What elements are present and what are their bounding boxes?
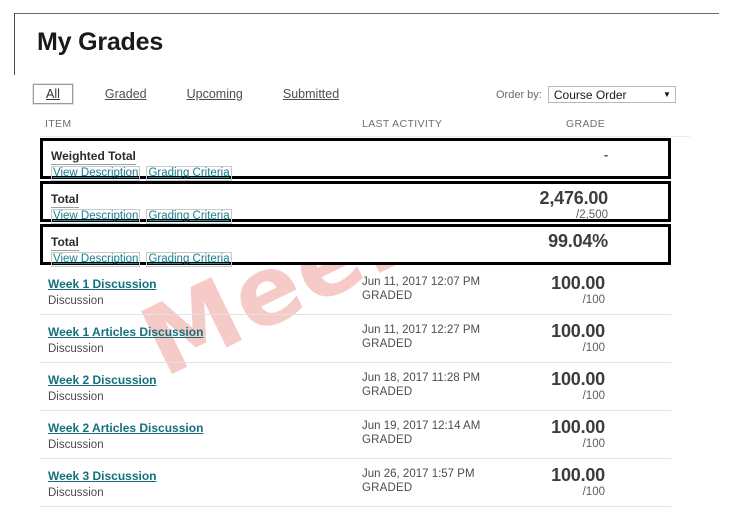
row-last-activity: Jun 19, 2017 12:14 AM	[362, 420, 481, 432]
row-grade-cell: 100.00 /100	[470, 369, 605, 403]
row-last-activity: Jun 18, 2017 11:28 PM	[362, 372, 481, 384]
row-grade-cell: 99.04%	[473, 231, 608, 251]
row-item-cell: Week 3 Discussion Discussion	[48, 467, 157, 500]
chevron-down-icon: ▼	[662, 89, 671, 99]
row-grade-cell: 100.00 /100	[470, 417, 605, 451]
grades-page: My Grades All Graded Upcoming Submitted …	[0, 0, 731, 507]
row-grade-value: 100.00	[551, 417, 605, 437]
grading-criteria-link[interactable]: Grading Criteria	[146, 252, 232, 267]
row-activity-cell: Jun 19, 2017 12:14 AM GRADED	[362, 419, 480, 447]
row-grade-outof: /100	[582, 486, 605, 498]
row-sublinks: View Description Grading Criteria	[51, 209, 232, 224]
row-grade-outof: /100	[582, 294, 605, 306]
row-type: Discussion	[48, 343, 104, 355]
grades-table: Weighted Total View Description Grading …	[40, 138, 671, 507]
row-item-cell: Week 1 Discussion Discussion	[48, 275, 157, 308]
table-row[interactable]: Week 1 Articles Discussion Discussion Ju…	[40, 315, 671, 363]
row-grade-cell: 2,476.00 /2,500	[473, 188, 609, 222]
row-type: Discussion	[48, 391, 104, 403]
row-grade-value: 100.00	[551, 465, 605, 485]
tab-all[interactable]: All	[33, 83, 73, 104]
order-by-label: Order by:	[496, 88, 542, 101]
row-grade-cell: 100.00 /100	[470, 465, 605, 499]
row-activity-cell: Jun 11, 2017 12:27 PM GRADED	[362, 323, 480, 351]
row-grade-value: 100.00	[551, 321, 605, 341]
row-title-link[interactable]: Week 1 Articles Discussion	[48, 325, 203, 339]
row-grade-cell: -	[473, 145, 608, 165]
row-last-activity: Jun 26, 2017 1:57 PM	[362, 468, 475, 480]
row-title: Weighted Total	[51, 149, 136, 165]
row-sublinks: View Description Grading Criteria	[51, 252, 232, 267]
row-last-activity: Jun 11, 2017 12:07 PM	[362, 276, 481, 288]
view-description-link[interactable]: View Description	[51, 166, 141, 181]
row-title-link[interactable]: Week 2 Discussion	[48, 373, 157, 387]
row-grade-outof: /2,500	[576, 209, 608, 221]
table-row[interactable]: Total View Description Grading Criteria …	[40, 224, 671, 267]
column-header-grade: GRADE	[566, 118, 606, 130]
row-title-link[interactable]: Week 3 Discussion	[48, 469, 157, 483]
row-item-cell: Weighted Total View Description Grading …	[51, 147, 232, 181]
row-title: Total	[51, 235, 79, 251]
table-row[interactable]: Week 3 Discussion Discussion Jun 26, 201…	[40, 459, 671, 507]
row-grade-cell: 100.00 /100	[470, 321, 605, 355]
row-title-link[interactable]: Week 1 Discussion	[48, 277, 157, 291]
order-by-select[interactable]: Course Order ▼	[547, 86, 676, 103]
row-grade-value: 100.00	[551, 369, 605, 389]
row-grade-cell: 100.00 /100	[470, 273, 605, 307]
row-type: Discussion	[48, 439, 104, 451]
row-grade-outof: /100	[582, 390, 605, 402]
row-item-cell: Week 2 Articles Discussion Discussion	[48, 419, 203, 452]
row-last-activity: Jun 11, 2017 12:27 PM	[362, 324, 481, 336]
grading-criteria-link[interactable]: Grading Criteria	[146, 209, 232, 224]
row-grade-value: 100.00	[551, 273, 605, 293]
row-status: GRADED	[362, 338, 413, 350]
row-item-cell: Total View Description Grading Criteria	[51, 190, 232, 224]
row-status: GRADED	[362, 482, 413, 494]
tab-graded[interactable]: Graded	[99, 85, 153, 103]
row-type: Discussion	[48, 295, 104, 307]
row-grade-outof: /100	[582, 342, 605, 354]
row-grade-outof: /100	[582, 438, 605, 450]
row-grade-value: -	[603, 147, 608, 162]
filter-tabs: All Graded Upcoming Submitted	[33, 83, 345, 104]
row-activity-cell: Jun 26, 2017 1:57 PM GRADED	[362, 467, 475, 495]
row-activity-cell: Jun 11, 2017 12:07 PM GRADED	[362, 275, 480, 303]
row-item-cell: Total View Description Grading Criteria	[51, 233, 232, 267]
column-header-item: ITEM	[45, 118, 72, 130]
row-title: Total	[51, 192, 79, 208]
table-row[interactable]: Week 1 Discussion Discussion Jun 11, 201…	[40, 267, 671, 315]
table-row[interactable]: Total View Description Grading Criteria …	[40, 181, 671, 224]
table-row[interactable]: Weighted Total View Description Grading …	[40, 138, 671, 181]
row-item-cell: Week 1 Articles Discussion Discussion	[48, 323, 203, 356]
row-sublinks: View Description Grading Criteria	[51, 166, 232, 181]
view-description-link[interactable]: View Description	[51, 209, 141, 224]
row-grade-value: 99.04%	[548, 231, 608, 251]
grading-criteria-link[interactable]: Grading Criteria	[146, 166, 232, 181]
row-title-link[interactable]: Week 2 Articles Discussion	[48, 421, 203, 435]
table-row[interactable]: Week 2 Articles Discussion Discussion Ju…	[40, 411, 671, 459]
page-title: My Grades	[37, 28, 164, 56]
column-header-last-activity: LAST ACTIVITY	[362, 118, 443, 130]
row-grade-value: 2,476.00	[539, 188, 609, 208]
order-by-control: Order by: Course Order ▼	[496, 86, 676, 103]
column-headers: ITEM LAST ACTIVITY GRADE	[0, 118, 731, 136]
view-description-link[interactable]: View Description	[51, 252, 141, 267]
table-row[interactable]: Week 2 Discussion Discussion Jun 18, 201…	[40, 363, 671, 411]
row-status: GRADED	[362, 386, 413, 398]
tab-submitted[interactable]: Submitted	[277, 85, 345, 103]
row-type: Discussion	[48, 487, 104, 499]
order-by-value: Course Order	[553, 87, 627, 102]
row-item-cell: Week 2 Discussion Discussion	[48, 371, 157, 404]
tab-upcoming[interactable]: Upcoming	[181, 85, 249, 103]
header-divider	[40, 136, 690, 137]
row-activity-cell: Jun 18, 2017 11:28 PM GRADED	[362, 371, 480, 399]
row-status: GRADED	[362, 290, 413, 302]
row-status: GRADED	[362, 434, 413, 446]
